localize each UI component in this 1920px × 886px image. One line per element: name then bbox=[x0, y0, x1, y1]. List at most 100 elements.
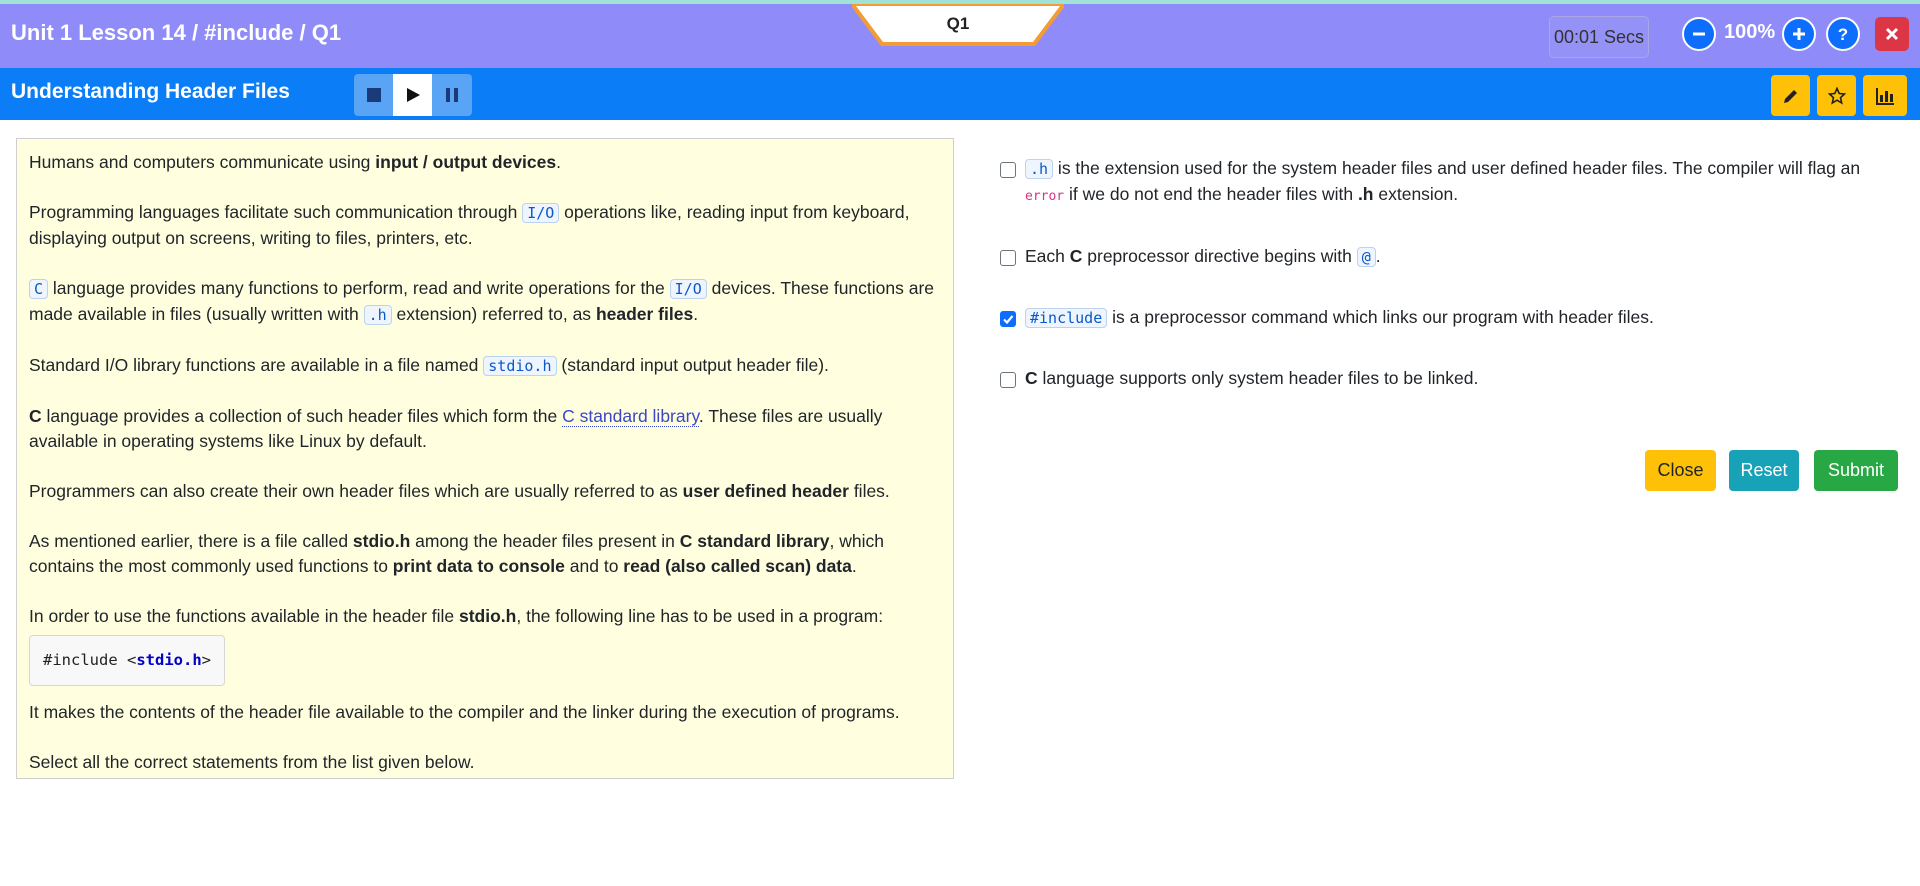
pause-icon bbox=[445, 88, 458, 102]
stop-button[interactable] bbox=[354, 74, 393, 116]
question-tab[interactable]: Q1 bbox=[852, 4, 1064, 48]
option-4-checkbox[interactable] bbox=[1000, 372, 1016, 388]
zoom-out-button[interactable] bbox=[1682, 17, 1716, 51]
question-tab-label: Q1 bbox=[946, 14, 970, 33]
bold-text: C bbox=[1025, 368, 1038, 388]
play-icon bbox=[406, 88, 420, 102]
stop-icon bbox=[366, 88, 381, 102]
text: files. bbox=[848, 481, 890, 501]
text: extension. bbox=[1373, 184, 1459, 204]
option-1-text: .h is the extension used for the system … bbox=[1025, 156, 1895, 209]
bold-text: C standard library bbox=[679, 531, 830, 551]
bold-text: C bbox=[1069, 246, 1083, 266]
text: language supports only system header fil… bbox=[1037, 368, 1479, 388]
pause-button[interactable] bbox=[432, 74, 471, 116]
bold-text: stdio.h bbox=[352, 531, 411, 551]
passage-paragraph: Standard I/O library functions are avail… bbox=[29, 353, 941, 379]
option-4-text: C language supports only system header f… bbox=[1025, 366, 1895, 391]
plus-circle-icon bbox=[1793, 28, 1805, 40]
code-text: #include < bbox=[43, 651, 137, 669]
text: Programming languages facilitate such co… bbox=[29, 202, 523, 222]
text: Programmers can also create their own he… bbox=[29, 481, 683, 501]
text: language provides many functions to perf… bbox=[48, 278, 670, 298]
text: among the header files present in bbox=[410, 531, 680, 551]
reset-button[interactable]: Reset bbox=[1729, 450, 1799, 491]
zoom-level: 100% bbox=[1724, 21, 1776, 43]
text: Each bbox=[1025, 246, 1070, 266]
close-icon bbox=[1885, 27, 1899, 41]
help-button[interactable]: ? bbox=[1826, 17, 1860, 51]
pencil-button[interactable] bbox=[1771, 75, 1810, 116]
option-3-text: #include is a preprocessor command which… bbox=[1025, 305, 1895, 331]
text: , the following line has to be used in a… bbox=[516, 606, 884, 626]
text: As mentioned earlier, there is a file ca… bbox=[29, 531, 353, 551]
checkmark-icon bbox=[1003, 315, 1014, 325]
text: Standard I/O library functions are avail… bbox=[29, 355, 484, 375]
text: preprocessor directive begins with bbox=[1082, 246, 1357, 266]
bookmark-star-button[interactable] bbox=[1817, 75, 1856, 116]
lesson-subtitle: Understanding Header Files bbox=[11, 80, 290, 103]
zoom-in-button[interactable] bbox=[1782, 17, 1816, 51]
text: In order to use the functions available … bbox=[29, 606, 459, 626]
text: if we do not end the header files with bbox=[1064, 184, 1358, 204]
bar-chart-icon bbox=[1876, 87, 1894, 105]
passage-paragraph: As mentioned earlier, there is a file ca… bbox=[29, 529, 941, 579]
text: extension) referred to, as bbox=[391, 304, 596, 324]
inline-code: @ bbox=[1356, 247, 1376, 267]
text: . bbox=[1375, 246, 1381, 266]
passage-paragraph: It makes the contents of the header file… bbox=[29, 702, 900, 722]
star-icon bbox=[1827, 86, 1846, 105]
submit-button[interactable]: Submit bbox=[1814, 450, 1898, 491]
inline-code: .h bbox=[1025, 159, 1054, 179]
pencil-icon bbox=[1783, 89, 1797, 103]
inline-code: I/O bbox=[669, 279, 707, 299]
play-button[interactable] bbox=[393, 74, 432, 116]
svg-text:?: ? bbox=[1838, 25, 1848, 43]
question-circle-icon: ? bbox=[1838, 25, 1848, 43]
passage-paragraph: C language provides many functions to pe… bbox=[29, 276, 941, 328]
text: Humans and computers communicate using bbox=[29, 152, 376, 172]
text: (standard input output header file). bbox=[556, 355, 829, 375]
passage-paragraph: In order to use the functions available … bbox=[29, 604, 941, 629]
close-button[interactable]: Close bbox=[1645, 450, 1716, 491]
passage-paragraph: C language provides a collection of such… bbox=[29, 404, 941, 454]
text: . bbox=[851, 556, 857, 576]
bold-text: stdio.h bbox=[459, 606, 517, 626]
error-code: error bbox=[1025, 189, 1065, 204]
code-keyword: stdio.h bbox=[136, 651, 202, 669]
media-controls bbox=[354, 74, 472, 116]
text: . bbox=[693, 304, 699, 324]
code-text: > bbox=[201, 651, 211, 669]
inline-code: I/O bbox=[522, 203, 560, 223]
title-bar: Unit 1 Lesson 14 / #include / Q1 Q1 00:0… bbox=[0, 4, 1920, 68]
text: is the extension used for the system hea… bbox=[1053, 158, 1861, 178]
option-2-text: Each C preprocessor directive begins wit… bbox=[1025, 244, 1895, 270]
lesson-title: Unit 1 Lesson 14 / #include / Q1 bbox=[11, 20, 342, 45]
bold-text: header files bbox=[595, 304, 694, 324]
lesson-toolbar: Understanding Header Files bbox=[0, 68, 1920, 120]
bold-text: read (also called scan) data bbox=[623, 556, 852, 576]
option-2-checkbox[interactable] bbox=[1000, 250, 1016, 266]
inline-code: stdio.h bbox=[483, 356, 557, 376]
close-window-button[interactable] bbox=[1875, 17, 1909, 51]
bold-text: print data to console bbox=[392, 556, 565, 576]
text: and to bbox=[564, 556, 624, 576]
c-standard-library-link[interactable]: C standard library bbox=[562, 406, 699, 427]
bold-text: .h bbox=[1357, 184, 1374, 204]
stats-button[interactable] bbox=[1863, 75, 1907, 116]
text: . bbox=[556, 152, 561, 172]
passage-instruction: Select all the correct statements from t… bbox=[29, 752, 475, 772]
minus-circle-icon bbox=[1693, 32, 1705, 36]
passage-panel: Humans and computers communicate using i… bbox=[16, 138, 954, 779]
option-1-checkbox[interactable] bbox=[1000, 162, 1016, 178]
passage-paragraph: Programming languages facilitate such co… bbox=[29, 200, 941, 251]
passage-paragraph: Humans and computers communicate using i… bbox=[29, 150, 941, 175]
passage-paragraph: Programmers can also create their own he… bbox=[29, 479, 941, 504]
text: language provides a collection of such h… bbox=[41, 406, 563, 426]
text: is a preprocessor command which links ou… bbox=[1107, 307, 1654, 327]
bold-text: user defined header bbox=[682, 481, 849, 501]
inline-code: #include bbox=[1025, 308, 1108, 328]
option-3-checkbox[interactable] bbox=[1000, 311, 1016, 327]
inline-code: C bbox=[29, 279, 49, 299]
bold-text: C bbox=[29, 406, 42, 426]
